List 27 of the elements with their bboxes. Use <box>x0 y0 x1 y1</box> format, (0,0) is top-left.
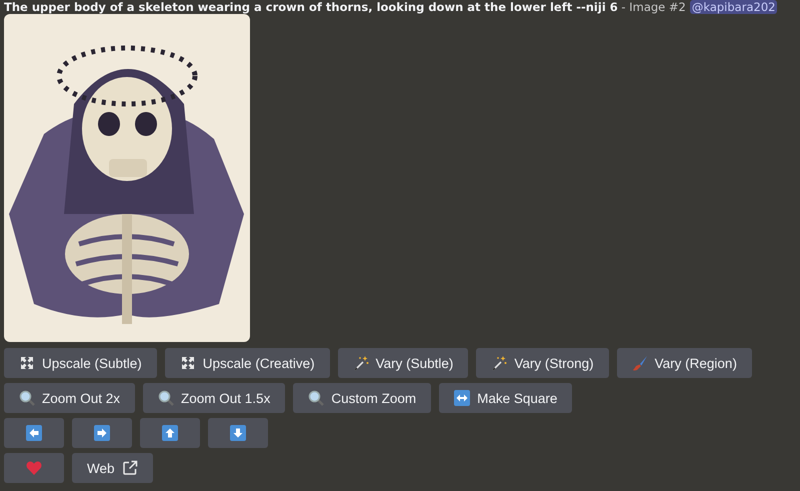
paintbrush-icon <box>632 355 648 371</box>
icon-button[interactable] <box>208 418 268 448</box>
user-mention[interactable]: @kapibara202 <box>690 0 778 14</box>
action-button[interactable]: Custom Zoom <box>293 383 432 413</box>
horizontal-arrows-icon <box>454 390 470 406</box>
action-button[interactable]: Web <box>72 453 153 483</box>
expand-icon <box>180 355 196 371</box>
action-button[interactable]: Make Square <box>439 383 572 413</box>
action-button[interactable]: Zoom Out 1.5x <box>143 383 286 413</box>
icon-button[interactable] <box>140 418 200 448</box>
action-button[interactable]: Vary (Region) <box>616 348 752 378</box>
magic-wand-icon <box>352 355 369 371</box>
action-button[interactable]: Upscale (Creative) <box>164 348 330 378</box>
message-text: The upper body of a skeleton wearing a crown of thorns, looking down at the lower left --niji 6 - Image #2 <box>4 0 686 14</box>
icon-button[interactable] <box>72 418 132 448</box>
action-button[interactable]: Upscale (Subtle) <box>4 348 157 378</box>
action-button[interactable]: Vary (Strong) <box>476 348 609 378</box>
magic-wand-icon <box>491 355 508 371</box>
icon-button[interactable] <box>4 418 64 448</box>
action-button[interactable]: Zoom Out 2x <box>4 383 136 413</box>
external-link-icon <box>122 460 138 476</box>
heart-icon <box>26 460 42 476</box>
action-button[interactable]: Vary (Subtle) <box>338 348 468 378</box>
expand-icon <box>19 355 35 371</box>
magnifier-icon <box>308 390 324 406</box>
magnifier-icon <box>158 390 174 406</box>
magnifier-icon <box>19 390 35 406</box>
